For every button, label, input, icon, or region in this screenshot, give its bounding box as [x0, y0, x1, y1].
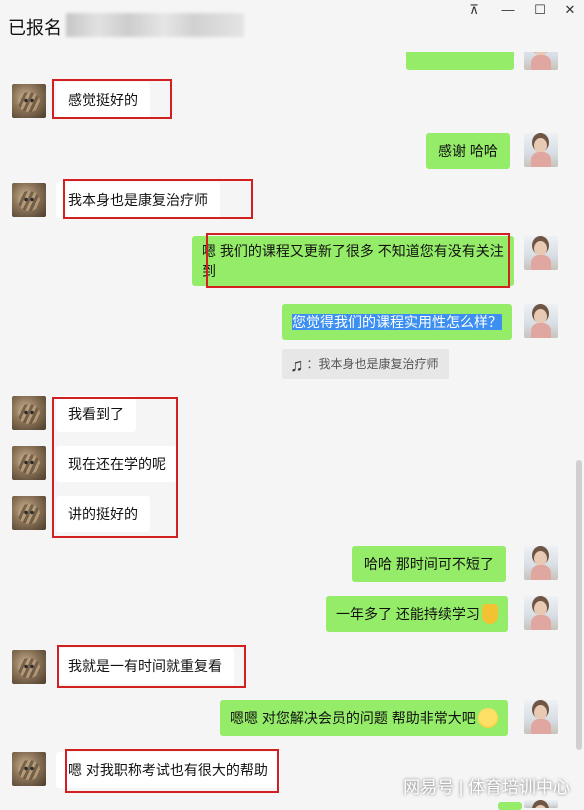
contact-avatar[interactable]	[12, 396, 46, 430]
partial-message-bubble[interactable]	[498, 802, 522, 810]
message-bubble[interactable]: 哈哈 那时间可不短了	[352, 546, 506, 582]
minimize-button[interactable]: —	[496, 0, 520, 20]
my-avatar[interactable]	[524, 700, 558, 734]
message-bubble[interactable]: 感觉挺好的	[56, 82, 150, 118]
message-bubble[interactable]: 我就是一有时间就重复看	[56, 648, 234, 684]
message-bubble[interactable]: 我看到了	[56, 396, 136, 432]
blurred-name	[66, 13, 244, 37]
my-avatar[interactable]	[524, 546, 558, 580]
message-bubble[interactable]: 嗯嗯 对您解决会员的问题 帮助非常大吧	[220, 700, 508, 736]
chat-area: 感觉挺好的 感谢 哈哈 我本身也是康复治疗师 嗯 我们的课程又更新了很多 不知道…	[0, 0, 584, 810]
quoted-reply[interactable]: ♫ ：我本身也是康复治疗师	[282, 349, 449, 379]
contact-avatar[interactable]	[12, 650, 46, 684]
message-text: 一年多了 还能持续学习	[336, 606, 480, 622]
close-button[interactable]: ✕	[558, 0, 582, 20]
message-bubble[interactable]: 现在还在学的呢	[56, 446, 178, 482]
contact-avatar[interactable]	[12, 752, 46, 786]
message-text: 嗯嗯 对您解决会员的问题 帮助非常大吧	[230, 710, 476, 726]
contact-avatar[interactable]	[12, 84, 46, 118]
maximize-button[interactable]: ☐	[528, 0, 552, 20]
message-bubble[interactable]: 我本身也是康复治疗师	[56, 182, 220, 218]
contact-avatar[interactable]	[12, 496, 46, 530]
quote-text: ：我本身也是康复治疗师	[306, 357, 439, 371]
watermark: 网易号 | 体育培训中心	[403, 778, 570, 797]
my-avatar[interactable]	[524, 133, 558, 167]
my-avatar[interactable]	[524, 304, 558, 338]
grin-emoji-icon	[477, 708, 498, 729]
selected-text[interactable]: 您觉得我们的课程实用性怎么样？	[292, 314, 502, 330]
contact-avatar[interactable]	[12, 183, 46, 217]
message-bubble[interactable]: 一年多了 还能持续学习	[326, 596, 508, 632]
my-avatar[interactable]	[524, 236, 558, 270]
my-avatar[interactable]	[524, 596, 558, 630]
message-bubble[interactable]: 讲的挺好的	[56, 496, 150, 532]
message-bubble[interactable]: 嗯 我们的课程又更新了很多 不知道您有没有关注到	[192, 236, 514, 286]
title-bar: 已报名 ⊼ — ☐ ✕	[0, 0, 584, 52]
scrollbar[interactable]	[576, 460, 582, 750]
my-avatar[interactable]	[524, 800, 558, 808]
contact-avatar[interactable]	[12, 446, 46, 480]
music-note-icon: ♫	[290, 354, 304, 375]
message-bubble[interactable]: 嗯 对我职称考试也有很大的帮助	[56, 752, 280, 788]
message-bubble[interactable]: 您觉得我们的课程实用性怎么样？	[282, 304, 512, 340]
thumbs-up-emoji-icon	[481, 604, 498, 625]
chat-title: 已报名	[8, 18, 62, 38]
pin-icon[interactable]: ⊼	[462, 0, 486, 20]
message-bubble[interactable]: 感谢 哈哈	[426, 133, 510, 169]
